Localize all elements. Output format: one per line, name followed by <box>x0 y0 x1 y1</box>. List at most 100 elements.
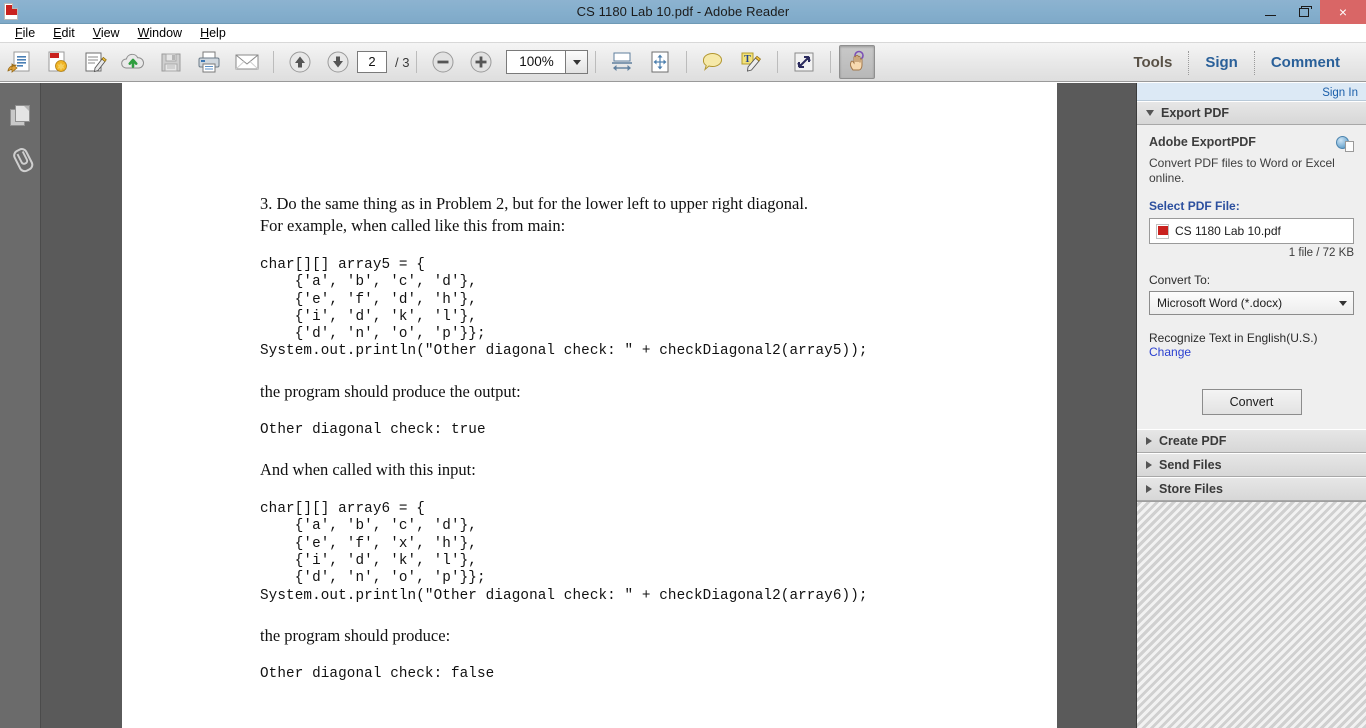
select-pdf-file-label: Select PDF File: <box>1149 199 1240 213</box>
task-panel: Sign In Export PDF Adobe ExportPDF Conve… <box>1136 83 1366 728</box>
attachments-icon <box>5 143 35 174</box>
file-meta-label: 1 file / 72 KB <box>1288 247 1354 259</box>
zoom-out-icon[interactable] <box>425 45 461 79</box>
window-title: CS 1180 Lab 10.pdf - Adobe Reader <box>576 4 790 19</box>
attachments-button[interactable] <box>0 137 41 181</box>
maximize-restore-button[interactable] <box>1287 0 1320 24</box>
create-pdf-icon[interactable] <box>39 45 75 79</box>
document-viewport[interactable]: 3. Do the same thing as in Problem 2, bu… <box>41 83 1136 728</box>
upload-cloud-icon[interactable] <box>115 45 151 79</box>
comment-button[interactable]: Comment <box>1255 43 1356 82</box>
export-pdf-section-header[interactable]: Export PDF <box>1137 101 1366 125</box>
create-pdf-section-title: Create PDF <box>1159 434 1227 448</box>
highlight-text-icon[interactable]: T <box>733 45 769 79</box>
convert-button[interactable]: Convert <box>1201 389 1302 415</box>
convert-to-select[interactable]: Microsoft Word (*.docx) <box>1149 291 1354 315</box>
store-files-section-header[interactable]: Store Files <box>1137 477 1366 501</box>
application-body: 3. Do the same thing as in Problem 2, bu… <box>0 83 1366 728</box>
minimize-button[interactable] <box>1254 0 1287 24</box>
store-files-section-title: Store Files <box>1159 482 1223 496</box>
selected-file-name: CS 1180 Lab 10.pdf <box>1175 224 1281 238</box>
send-files-section-header[interactable]: Send Files <box>1137 453 1366 477</box>
comment-bubble-icon[interactable] <box>695 45 731 79</box>
create-pdf-section-header[interactable]: Create PDF <box>1137 429 1366 453</box>
recognize-text-label: Recognize Text in English(U.S.) <box>1149 331 1318 345</box>
convert-to-value: Microsoft Word (*.docx) <box>1157 296 1283 310</box>
next-page-icon[interactable] <box>320 45 356 79</box>
toolbar-separator-3 <box>595 51 597 73</box>
sign-button[interactable]: Sign <box>1189 43 1254 82</box>
globe-document-icon <box>1336 135 1354 152</box>
menu-window[interactable]: Window <box>129 24 191 43</box>
previous-page-icon[interactable] <box>282 45 318 79</box>
fit-width-icon[interactable] <box>604 45 640 79</box>
pdf-file-icon <box>1156 223 1169 239</box>
title-bar: CS 1180 Lab 10.pdf - Adobe Reader × <box>0 0 1366 24</box>
convert-button-wrapper: Convert <box>1149 389 1354 423</box>
zoom-input[interactable]: 100% <box>506 50 567 74</box>
output-intro-1: the program should produce the output: <box>260 381 521 401</box>
menu-edit-rest: dit <box>61 25 75 40</box>
chevron-down-icon <box>1339 300 1347 306</box>
save-icon[interactable] <box>153 45 189 79</box>
menu-view-rest: iew <box>100 25 120 40</box>
page-number-input[interactable]: 2 <box>357 51 387 73</box>
panel-empty-area <box>1137 501 1366 728</box>
print-icon[interactable] <box>191 45 227 79</box>
page-thumbnails-button[interactable] <box>0 93 41 137</box>
menu-bar: File Edit View Window Help <box>0 24 1366 43</box>
page-thumbnails-icon <box>10 104 31 126</box>
menu-view[interactable]: View <box>84 24 129 43</box>
chevron-right-icon <box>1146 437 1152 445</box>
send-files-section-title: Send Files <box>1159 458 1222 472</box>
input-intro-2: And when called with this input: <box>260 460 476 480</box>
chevron-down-icon <box>1146 110 1154 116</box>
zoom-dropdown-button[interactable] <box>566 50 589 74</box>
close-button[interactable]: × <box>1320 0 1366 24</box>
fit-page-icon[interactable] <box>642 45 678 79</box>
marquee-zoom-icon[interactable] <box>786 45 822 79</box>
hand-tool-icon[interactable] <box>839 45 876 79</box>
product-name: Adobe ExportPDF <box>1149 135 1256 149</box>
menu-help[interactable]: Help <box>191 24 235 43</box>
change-language-link[interactable]: Change <box>1149 345 1354 359</box>
toolbar-separator-4 <box>686 51 688 73</box>
page-total-label: / 3 <box>395 54 410 70</box>
product-title-row: Adobe ExportPDF <box>1149 135 1354 152</box>
toolbar-right-group: Tools Sign Comment <box>1117 43 1366 82</box>
edit-pdf-icon[interactable] <box>77 45 113 79</box>
zoom-control[interactable]: 100% <box>506 50 589 74</box>
email-icon[interactable] <box>229 45 265 79</box>
pdf-page-content: 3. Do the same thing as in Problem 2, bu… <box>122 83 1057 683</box>
sign-in-bar: Sign In <box>1137 83 1366 101</box>
toolbar-separator-2 <box>416 51 418 73</box>
zoom-in-icon[interactable] <box>463 45 499 79</box>
output-false: Other diagonal check: false <box>260 665 495 682</box>
export-pdf-section-title: Export PDF <box>1161 106 1230 120</box>
svg-text:T: T <box>745 54 752 65</box>
navigation-pane <box>0 83 41 728</box>
menu-file[interactable]: File <box>6 24 44 43</box>
menu-edit[interactable]: Edit <box>44 24 84 43</box>
open-file-icon[interactable] <box>1 45 37 79</box>
code-block-array6: char[][] array6 = { {'a', 'b', 'c', 'd'}… <box>260 501 868 604</box>
main-toolbar: 2 / 3 100% T Tools Sign Comment <box>0 43 1366 82</box>
toolbar-separator-5 <box>777 51 779 73</box>
tools-button[interactable]: Tools <box>1117 43 1188 82</box>
chevron-down-icon <box>572 59 581 65</box>
sign-in-link[interactable]: Sign In <box>1322 87 1358 99</box>
selected-file-field[interactable]: CS 1180 Lab 10.pdf <box>1149 218 1354 244</box>
output-true: Other diagonal check: true <box>260 421 486 438</box>
chevron-right-icon <box>1146 485 1152 493</box>
toolbar-separator-6 <box>830 51 832 73</box>
toolbar-separator <box>273 51 274 73</box>
code-block-array5: char[][] array5 = { {'a', 'b', 'c', 'd'}… <box>260 257 868 360</box>
problem-statement: 3. Do the same thing as in Problem 2, bu… <box>260 194 809 235</box>
